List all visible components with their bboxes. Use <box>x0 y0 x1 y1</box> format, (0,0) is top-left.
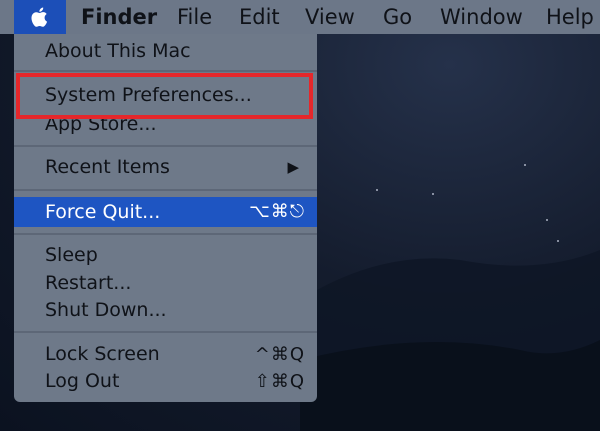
menu-item-shortcut: ^⌘Q <box>254 344 305 365</box>
menu-bar: Finder File Edit View Go Window Help <box>0 0 600 34</box>
menu-window[interactable]: Window <box>440 0 523 34</box>
menu-item-sleep[interactable]: Sleep <box>14 242 317 269</box>
menu-item-label: Sleep <box>45 244 98 266</box>
menu-item-shut-down[interactable]: Shut Down... <box>14 297 317 324</box>
menu-item-recent-items[interactable]: Recent Items ▶ <box>14 154 317 181</box>
menu-item-restart[interactable]: Restart... <box>14 270 317 297</box>
menu-item-label: Force Quit... <box>45 201 161 223</box>
star <box>376 189 378 191</box>
menu-view[interactable]: View <box>305 0 355 34</box>
menu-edit[interactable]: Edit <box>239 0 280 34</box>
apple-menu-button[interactable] <box>14 0 66 34</box>
menu-separator <box>14 145 317 147</box>
menu-item-shortcut: ⌥⌘⎋ <box>249 201 305 222</box>
apple-icon <box>31 7 48 27</box>
menu-separator <box>14 331 317 333</box>
menu-separator <box>14 189 317 191</box>
menu-item-log-out[interactable]: Log Out ⇧⌘Q <box>14 368 317 395</box>
desktop: Finder File Edit View Go Window Help Abo… <box>0 0 600 431</box>
menu-separator <box>14 70 317 72</box>
menu-item-about-this-mac[interactable]: About This Mac <box>14 38 317 65</box>
menu-item-label: Log Out <box>45 370 120 392</box>
triangle-right-icon: ▶ <box>287 158 299 176</box>
menu-file[interactable]: File <box>177 0 212 34</box>
star <box>557 240 559 242</box>
menu-separator <box>14 233 317 235</box>
menu-go[interactable]: Go <box>383 0 412 34</box>
menu-item-label: Restart... <box>45 272 132 294</box>
menu-item-label: Shut Down... <box>45 299 167 321</box>
star <box>524 164 526 166</box>
menu-item-shortcut: ⇧⌘Q <box>254 371 305 392</box>
menu-item-lock-screen[interactable]: Lock Screen ^⌘Q <box>14 341 317 368</box>
menu-help[interactable]: Help <box>546 0 594 34</box>
menu-item-label: Lock Screen <box>45 343 160 365</box>
highlight-callout-box <box>16 73 313 119</box>
menu-item-label: Recent Items <box>45 156 170 178</box>
menu-item-force-quit[interactable]: Force Quit... ⌥⌘⎋ <box>14 197 317 227</box>
menu-item-label: About This Mac <box>45 40 191 62</box>
menu-finder[interactable]: Finder <box>81 0 157 34</box>
star <box>546 219 548 221</box>
star <box>432 193 434 195</box>
